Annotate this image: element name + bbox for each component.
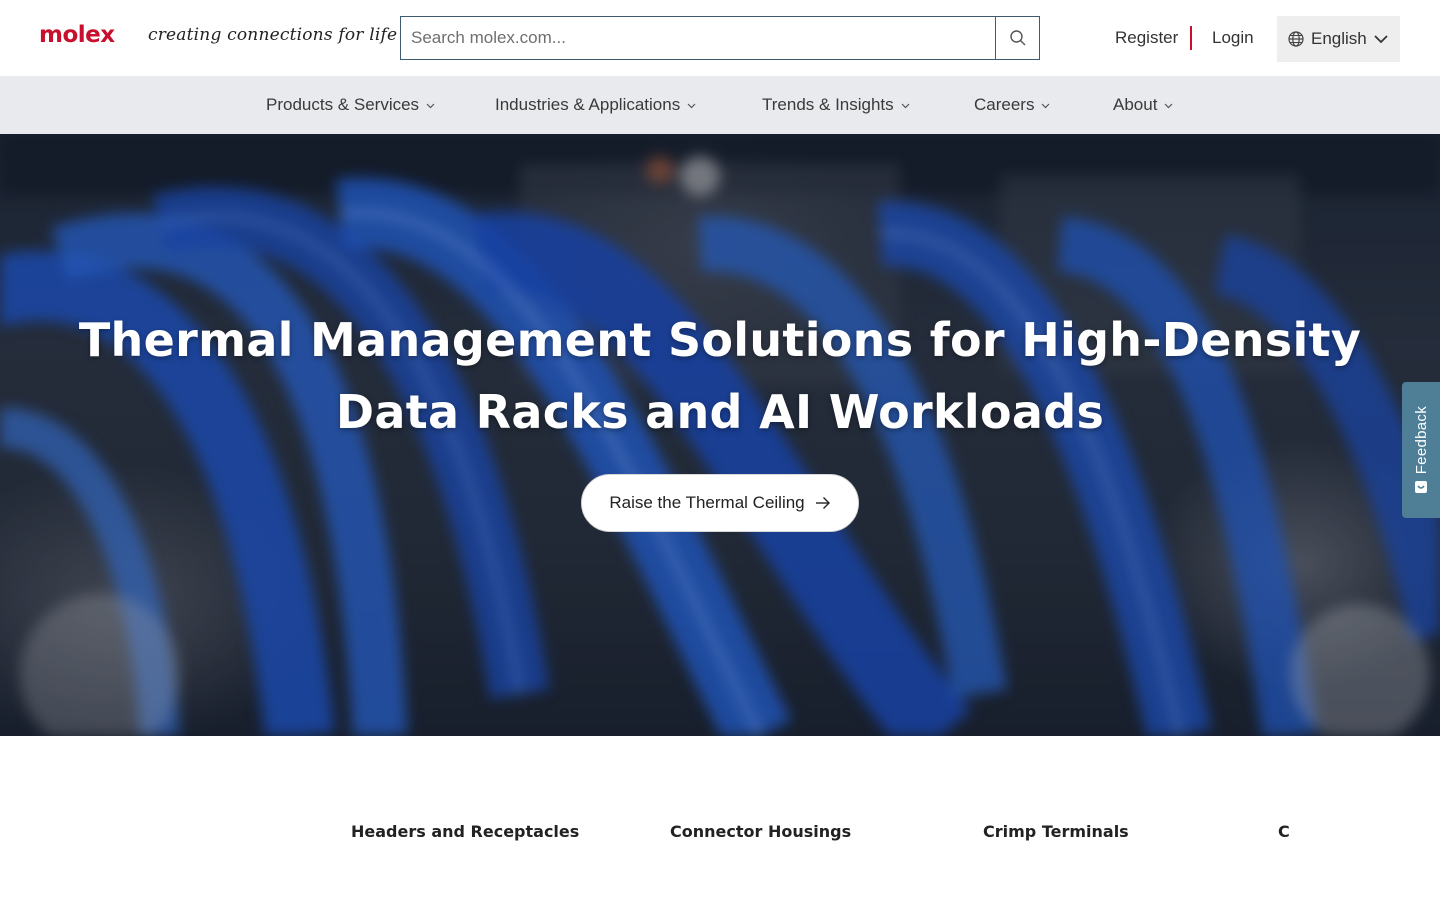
search-button[interactable] — [995, 17, 1039, 59]
chevron-down-icon — [1165, 103, 1173, 108]
nav-item-industries-applications[interactable]: Industries & Applications — [495, 95, 696, 115]
main-nav: Products & Services Industries & Applica… — [0, 76, 1440, 134]
nav-item-careers[interactable]: Careers — [974, 95, 1050, 115]
hero-cta-label: Raise the Thermal Ceiling — [609, 493, 805, 512]
category-headers-receptacles[interactable]: Headers and Receptacles — [351, 822, 579, 841]
brand-tagline: creating connections for life — [148, 25, 398, 45]
language-selector[interactable]: English — [1277, 16, 1400, 62]
chevron-down-icon — [1042, 103, 1050, 108]
hero-cta-button[interactable]: Raise the Thermal Ceiling — [581, 474, 859, 532]
nav-item-trends-insights[interactable]: Trends & Insights — [762, 95, 910, 115]
chevron-down-icon — [426, 103, 435, 108]
chevron-down-icon — [1374, 35, 1388, 44]
search-bar — [400, 16, 1040, 60]
nav-item-products-services[interactable]: Products & Services — [266, 95, 435, 115]
register-link[interactable]: Register — [1115, 28, 1178, 48]
language-label: English — [1311, 29, 1367, 48]
arrow-right-icon — [815, 497, 830, 509]
site-header: molex creating connections for life Regi… — [0, 0, 1440, 76]
hero-banner: Thermal Management Solutions for High-De… — [0, 134, 1440, 736]
hero-title-line-2: Data Racks and AI Workloads — [335, 385, 1105, 439]
feedback-tab[interactable]: Feedback — [1402, 382, 1440, 518]
hero-title-line-1: Thermal Management Solutions for High-De… — [78, 313, 1362, 367]
nav-item-label: Products & Services — [266, 95, 420, 114]
feedback-label: Feedback — [1412, 405, 1430, 475]
header-divider — [1190, 26, 1192, 50]
category-partial[interactable]: C — [1278, 822, 1290, 841]
login-link[interactable]: Login — [1212, 28, 1254, 48]
nav-item-label: Careers — [974, 95, 1035, 114]
nav-item-label: Trends & Insights — [762, 95, 894, 114]
globe-icon — [1288, 31, 1304, 47]
chevron-down-icon — [901, 103, 910, 108]
search-input[interactable] — [401, 17, 995, 59]
feedback-icon — [1415, 481, 1427, 494]
molex-logo[interactable]: molex — [39, 22, 115, 48]
chevron-down-icon — [687, 103, 696, 108]
category-connector-housings[interactable]: Connector Housings — [670, 822, 851, 841]
search-icon — [1009, 30, 1025, 46]
nav-item-label: Industries & Applications — [495, 95, 681, 114]
nav-item-about[interactable]: About — [1113, 95, 1173, 115]
category-crimp-terminals[interactable]: Crimp Terminals — [983, 822, 1129, 841]
hero-title: Thermal Management Solutions for High-De… — [60, 304, 1380, 448]
nav-item-label: About — [1113, 95, 1158, 114]
